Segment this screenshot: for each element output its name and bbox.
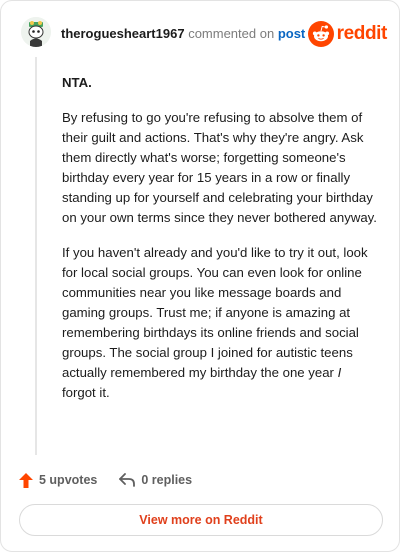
comment-header: theroguesheart1967 commented on post red… [21, 17, 387, 51]
post-link[interactable]: post [278, 26, 305, 41]
comment-paragraph: NTA. [62, 75, 92, 90]
reply-arrow-icon [119, 473, 136, 487]
replies-button[interactable]: 0 replies [119, 473, 192, 487]
comment-actions: 5 upvotes 0 replies [19, 471, 192, 489]
username-link[interactable]: theroguesheart1967 [61, 26, 185, 41]
upvote-arrow-icon [19, 472, 33, 488]
comment-paragraph: If you haven't already and you'd like to… [62, 243, 378, 403]
thread-line [35, 57, 37, 455]
reddit-logo[interactable]: reddit [307, 21, 388, 47]
byline-action-text: commented on [188, 26, 275, 41]
user-avatar[interactable] [21, 17, 51, 47]
comment-text: If you haven't already and you'd like to… [62, 245, 368, 380]
comment-byline: theroguesheart1967 commented on post [61, 26, 305, 41]
view-more-button[interactable]: View more on Reddit [19, 504, 383, 536]
comment-paragraph: By refusing to go you're refusing to abs… [62, 110, 377, 225]
upvote-button[interactable]: 5 upvotes [19, 472, 98, 488]
reddit-wordmark: reddit [336, 23, 388, 44]
comment-body: NTA. By refusing to go you're refusing t… [62, 73, 378, 418]
reddit-snoo-icon [307, 21, 334, 47]
comment-emphasis: I [337, 365, 342, 380]
embedded-comment-card: theroguesheart1967 commented on post red… [0, 0, 400, 552]
reply-count: 0 replies [141, 473, 193, 487]
upvote-count: 5 upvotes [39, 473, 98, 487]
comment-text: forgot it. [62, 385, 110, 400]
